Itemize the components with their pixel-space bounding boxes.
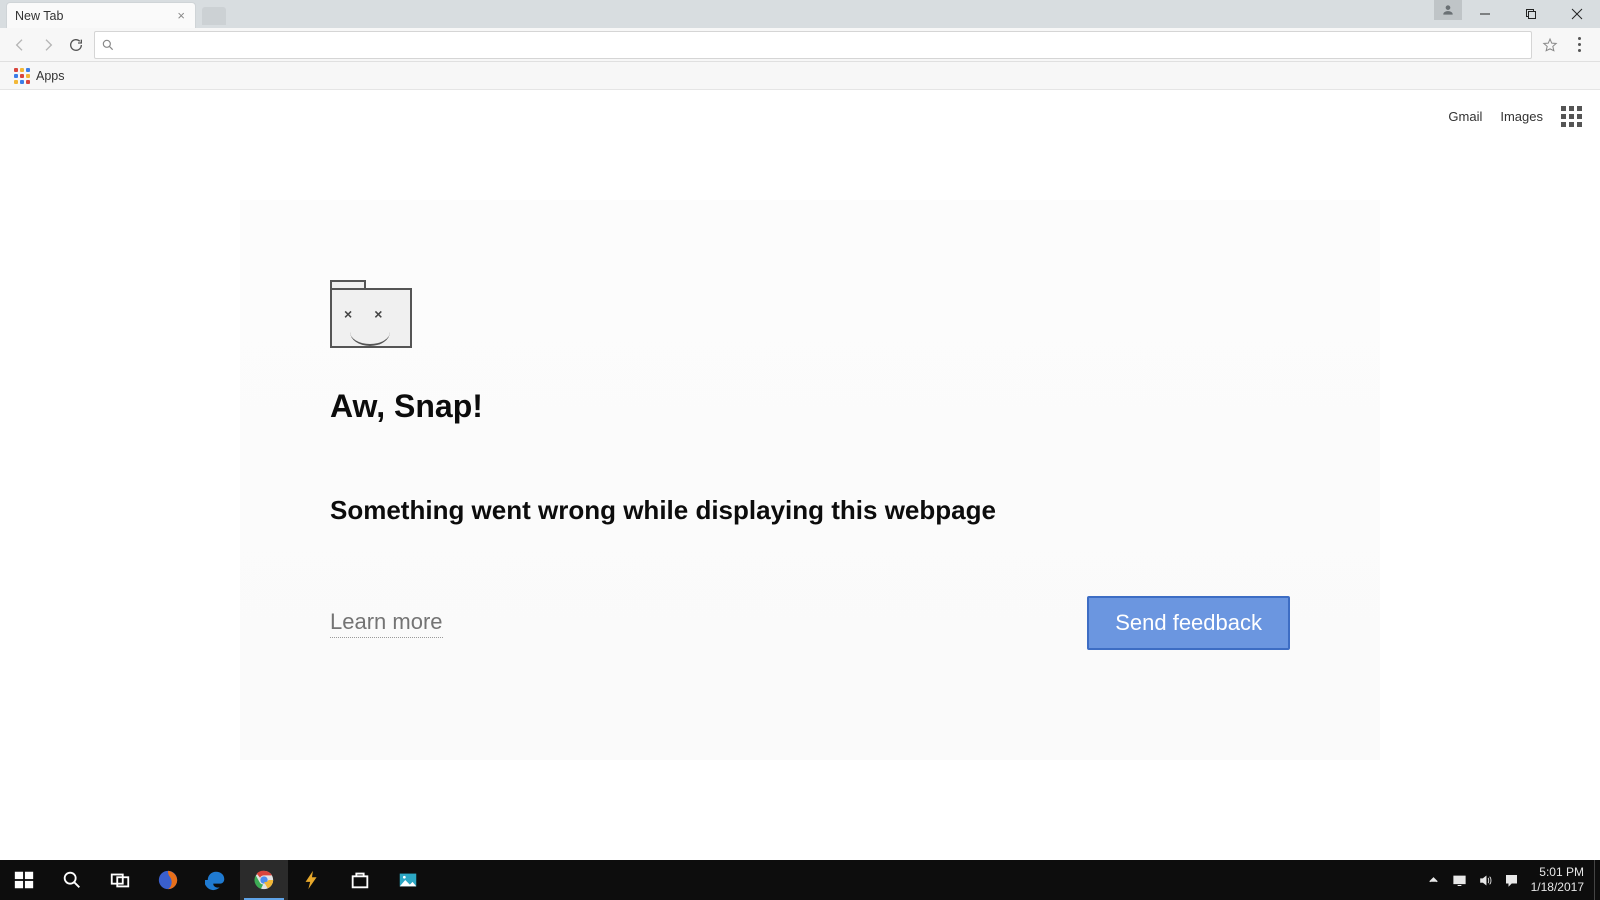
reload-button[interactable] — [62, 31, 90, 59]
error-actions: Learn more Send feedback — [330, 596, 1290, 650]
photos-icon — [397, 869, 419, 891]
profile-button[interactable] — [1434, 0, 1462, 20]
firefox-icon — [157, 869, 179, 891]
windows-taskbar: 5:01 PM 1/18/2017 — [0, 860, 1600, 900]
google-apps-button[interactable] — [1561, 106, 1582, 127]
person-icon — [1441, 3, 1455, 17]
apps-icon — [14, 68, 30, 84]
sad-folder-icon: ×× — [330, 280, 412, 348]
lightning-icon — [301, 869, 323, 891]
address-bar[interactable] — [94, 31, 1532, 59]
new-tab-button[interactable] — [202, 7, 226, 25]
edge-icon — [205, 869, 227, 891]
window-maximize-button[interactable] — [1508, 0, 1554, 28]
apps-bookmark-label: Apps — [36, 69, 65, 83]
send-feedback-button[interactable]: Send feedback — [1087, 596, 1290, 650]
gmail-link[interactable]: Gmail — [1448, 109, 1482, 124]
learn-more-link[interactable]: Learn more — [330, 609, 443, 638]
taskbar-firefox[interactable] — [144, 860, 192, 900]
window-minimize-button[interactable] — [1462, 0, 1508, 28]
tray-action-center-icon[interactable] — [1499, 860, 1525, 900]
tab-title: New Tab — [15, 9, 63, 23]
store-icon — [349, 869, 371, 891]
error-title: Aw, Snap! — [330, 388, 1290, 425]
tab-close-icon[interactable]: × — [175, 9, 187, 22]
tray-overflow-button[interactable] — [1421, 860, 1447, 900]
taskbar-clock[interactable]: 5:01 PM 1/18/2017 — [1525, 865, 1594, 895]
images-link[interactable]: Images — [1500, 109, 1543, 124]
taskbar-edge[interactable] — [192, 860, 240, 900]
clock-date: 1/18/2017 — [1531, 880, 1584, 895]
window-controls — [1462, 0, 1600, 28]
tray-volume-icon[interactable] — [1473, 860, 1499, 900]
system-tray: 5:01 PM 1/18/2017 — [1421, 860, 1600, 900]
task-view-button[interactable] — [96, 860, 144, 900]
back-button[interactable] — [6, 31, 34, 59]
browser-tab-strip: New Tab × — [0, 0, 1600, 28]
kebab-menu-icon — [1578, 37, 1581, 52]
page-content: Gmail Images ×× Aw, Snap! Something went… — [0, 90, 1600, 860]
bookmarks-bar: Apps — [0, 62, 1600, 90]
error-subtitle: Something went wrong while displaying th… — [330, 495, 1290, 526]
chrome-menu-button[interactable] — [1564, 37, 1594, 52]
task-view-icon — [109, 869, 131, 891]
taskbar-store[interactable] — [336, 860, 384, 900]
taskbar-search-button[interactable] — [48, 860, 96, 900]
error-panel: ×× Aw, Snap! Something went wrong while … — [240, 200, 1380, 760]
show-desktop-button[interactable] — [1594, 860, 1600, 900]
forward-button[interactable] — [34, 31, 62, 59]
bookmark-star-button[interactable] — [1536, 31, 1564, 59]
google-header-links: Gmail Images — [1448, 106, 1582, 127]
taskbar-winamp[interactable] — [288, 860, 336, 900]
taskbar-chrome[interactable] — [240, 860, 288, 900]
omnibox-input[interactable] — [121, 37, 1525, 52]
browser-tab-new-tab[interactable]: New Tab × — [6, 2, 196, 28]
start-button[interactable] — [0, 860, 48, 900]
apps-bookmark[interactable]: Apps — [8, 66, 71, 86]
chrome-icon — [253, 869, 275, 891]
search-icon — [61, 869, 83, 891]
navigation-toolbar — [0, 28, 1600, 62]
search-icon — [101, 38, 115, 52]
window-close-button[interactable] — [1554, 0, 1600, 28]
tray-display-icon[interactable] — [1447, 860, 1473, 900]
clock-time: 5:01 PM — [1531, 865, 1584, 880]
windows-logo-icon — [13, 869, 35, 891]
taskbar-photos[interactable] — [384, 860, 432, 900]
